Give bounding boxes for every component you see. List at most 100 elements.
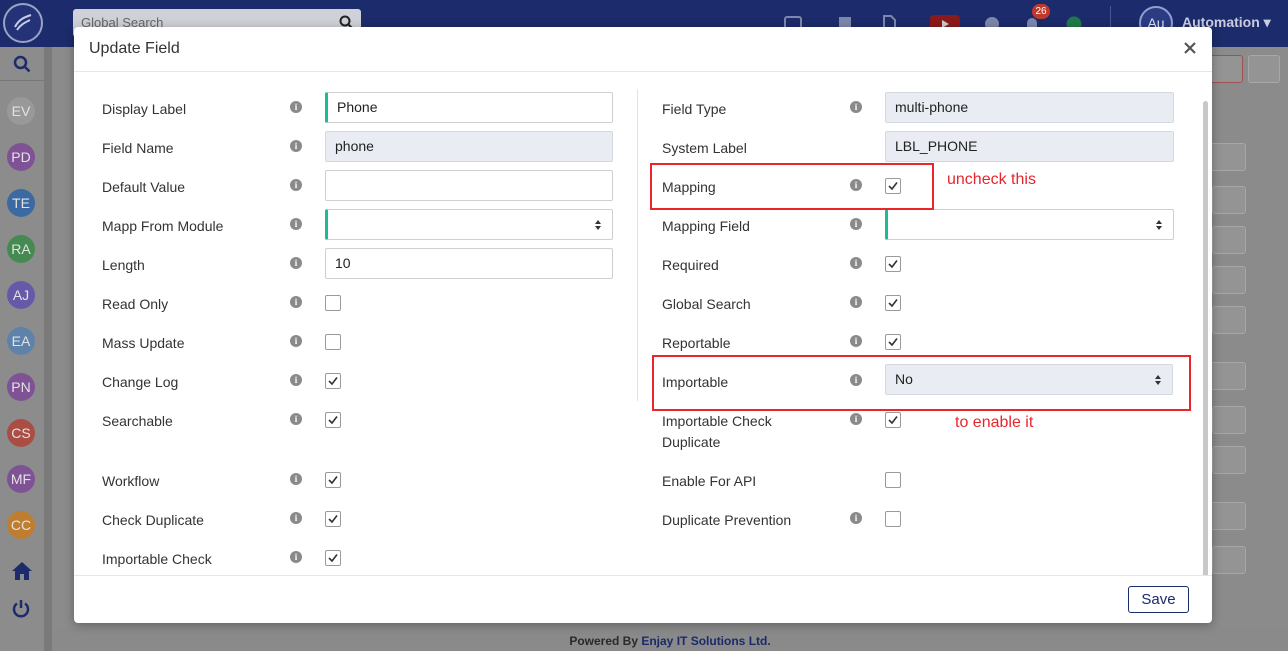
field-label: Duplicate Prevention	[662, 512, 792, 528]
sidebar-avatar[interactable]: AJ	[7, 281, 35, 309]
mapping-field-select[interactable]	[885, 209, 1174, 240]
field-name-input: phone	[325, 131, 613, 162]
company-link[interactable]: Enjay IT Solutions Ltd.	[641, 634, 770, 648]
info-icon[interactable]: i	[850, 512, 862, 524]
bg-row-action	[1212, 406, 1246, 434]
field-row-system-label: System Label LBL_PHONE	[662, 131, 1174, 163]
enable-for-api-checkbox[interactable]	[885, 472, 901, 488]
info-icon[interactable]: i	[290, 335, 302, 347]
duplicate-prevention-checkbox[interactable]	[885, 511, 901, 527]
field-row-check-duplicate: Check Duplicate i	[102, 503, 614, 535]
field-row-mass-update: Mass Update i	[102, 326, 614, 358]
info-icon[interactable]: i	[290, 551, 302, 563]
mass-update-checkbox[interactable]	[325, 334, 341, 350]
info-icon[interactable]: i	[290, 101, 302, 113]
info-icon[interactable]: i	[290, 140, 302, 152]
power-icon[interactable]	[11, 599, 31, 619]
modal-footer: Save	[74, 575, 1212, 623]
modal-body: Display Label i Phone Field Name i phone Defau…	[74, 73, 1212, 575]
sidebar-avatar[interactable]: EV	[7, 97, 35, 125]
sidebar-search-icon[interactable]	[13, 55, 31, 73]
field-row-change-log: Change Log i	[102, 365, 614, 397]
default-value-input[interactable]	[325, 170, 613, 201]
info-icon[interactable]: i	[850, 101, 862, 113]
change-log-checkbox[interactable]	[325, 373, 341, 389]
field-row-enable-for-api: Enable For API	[662, 464, 1174, 496]
logo-icon	[14, 14, 32, 31]
field-row-duplicate-prevention: Duplicate Prevention i	[662, 503, 1174, 535]
field-value: 10	[335, 255, 351, 271]
mapp-from-module-select[interactable]	[325, 209, 613, 240]
bg-row-action	[1212, 266, 1246, 294]
field-row-reportable: Reportable i	[662, 326, 1174, 358]
sidebar-avatar[interactable]: RA	[7, 235, 35, 263]
required-checkbox[interactable]	[885, 256, 901, 272]
modal-scrollbar[interactable]	[1203, 101, 1208, 575]
close-icon[interactable]	[1182, 40, 1198, 56]
modal-header: Update Field	[74, 27, 1212, 72]
importable-check-checkbox[interactable]	[325, 550, 341, 566]
importable-annotation-box	[652, 355, 1191, 411]
info-icon[interactable]: i	[850, 218, 862, 230]
workflow-checkbox[interactable]	[325, 472, 341, 488]
field-label: Change Log	[102, 374, 179, 390]
reportable-checkbox[interactable]	[885, 334, 901, 350]
sidebar-avatar[interactable]: EA	[7, 327, 35, 355]
checkmark-icon	[888, 299, 898, 308]
display-label-input[interactable]: Phone	[325, 92, 613, 123]
info-icon[interactable]: i	[290, 257, 302, 269]
searchable-checkbox[interactable]	[325, 412, 341, 428]
field-row-mapping-field: Mapping Field i	[662, 209, 1174, 241]
sidebar-avatar[interactable]: PD	[7, 143, 35, 171]
powered-by-text: Powered By	[569, 634, 642, 648]
info-icon[interactable]: i	[850, 257, 862, 269]
bg-row-action	[1212, 306, 1246, 334]
field-row-field-type: Field Type i multi-phone	[662, 92, 1174, 124]
bg-row-action	[1212, 546, 1246, 574]
field-label: Field Type	[662, 101, 727, 117]
field-value: Phone	[337, 99, 378, 115]
page-footer: Powered By Enjay IT Solutions Ltd.	[52, 628, 1288, 651]
checkmark-icon	[328, 377, 338, 386]
mapping-annotation-box	[650, 163, 934, 210]
read-only-checkbox[interactable]	[325, 295, 341, 311]
info-icon[interactable]: i	[290, 413, 302, 425]
update-field-modal: Update Field Display Label i Phone Field Na…	[74, 27, 1212, 623]
check-duplicate-checkbox[interactable]	[325, 511, 341, 527]
info-icon[interactable]: i	[850, 335, 862, 347]
importable-annotation-text: to enable it	[955, 414, 1034, 431]
sidebar-avatar[interactable]: MF	[7, 465, 35, 493]
select-caret-icon	[1156, 220, 1162, 230]
checkmark-icon	[328, 515, 338, 524]
info-icon[interactable]: i	[290, 374, 302, 386]
info-icon[interactable]: i	[290, 218, 302, 230]
save-button[interactable]: Save	[1128, 586, 1189, 613]
info-icon[interactable]: i	[850, 296, 862, 308]
global-search-checkbox[interactable]	[885, 295, 901, 311]
importable-check-duplicate-checkbox[interactable]	[885, 412, 901, 428]
field-value: LBL_PHONE	[895, 138, 978, 154]
info-icon[interactable]: i	[290, 296, 302, 308]
field-row-workflow: Workflow i	[102, 464, 614, 496]
notification-badge: 26	[1032, 4, 1050, 19]
column-divider	[637, 89, 638, 401]
info-icon[interactable]: i	[290, 179, 302, 191]
info-icon[interactable]: i	[290, 512, 302, 524]
mapping-annotation-text: uncheck this	[947, 171, 1036, 188]
info-icon[interactable]: i	[290, 473, 302, 485]
sidebar-avatar[interactable]: CS	[7, 419, 35, 447]
field-label: Searchable	[102, 413, 173, 429]
field-label: Read Only	[102, 296, 169, 312]
bg-more-button	[1248, 55, 1280, 83]
field-label: Reportable	[662, 335, 731, 351]
sidebar-avatar[interactable]: TE	[7, 189, 35, 217]
field-row-display-label: Display Label i Phone	[102, 92, 614, 124]
app-logo[interactable]	[3, 3, 43, 43]
home-icon[interactable]	[11, 561, 33, 581]
field-label: Global Search	[662, 296, 751, 312]
length-input[interactable]: 10	[325, 248, 613, 279]
sidebar-avatar[interactable]: CC	[7, 511, 35, 539]
modal-title: Update Field	[89, 40, 180, 57]
info-icon[interactable]: i	[850, 413, 862, 425]
sidebar-avatar[interactable]: PN	[7, 373, 35, 401]
